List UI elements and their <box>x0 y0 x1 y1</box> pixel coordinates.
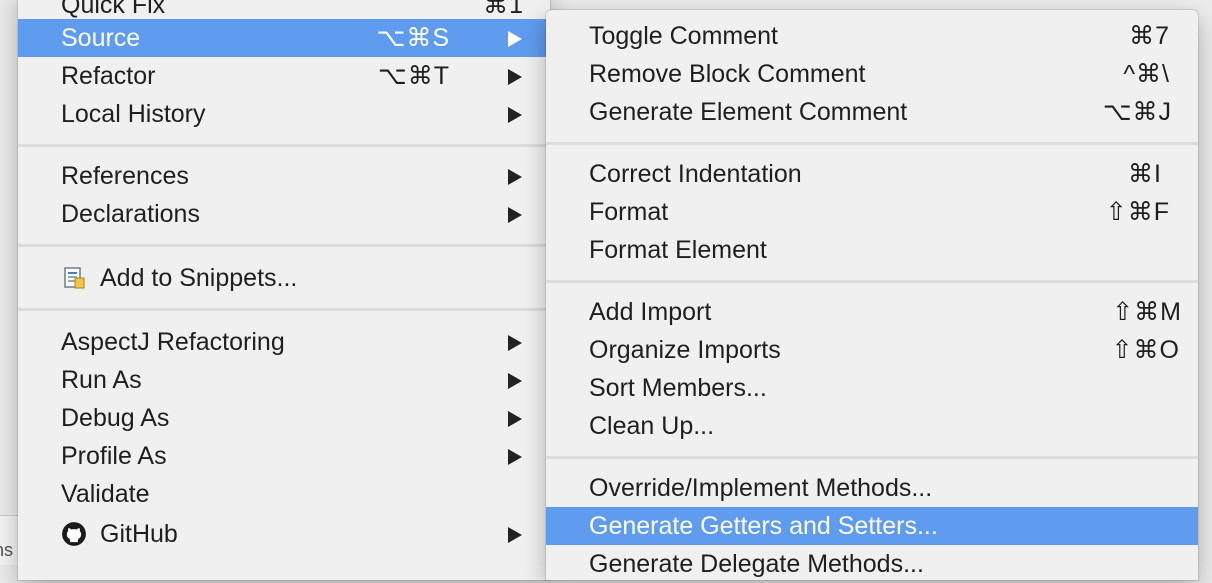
menu-item-label: Debug As <box>61 404 170 432</box>
menu-item-label: Run As <box>61 366 142 394</box>
submenu-arrow-icon <box>508 31 522 47</box>
menu-item-clean-up[interactable]: Clean Up... <box>546 407 1198 445</box>
menu-item-generate-element-comment[interactable]: Generate Element Comment ⌥⌘J <box>546 93 1198 131</box>
snippets-icon <box>64 267 85 289</box>
menu-item-refactor[interactable]: Refactor ⌥⌘T <box>18 57 550 95</box>
submenu-arrow-icon <box>508 373 522 389</box>
menu-item-github[interactable]: GitHub <box>18 515 550 553</box>
menu-item-label: Generate Delegate Methods... <box>589 550 924 578</box>
menu-item-shortcut: ⇧⌘M <box>1112 298 1182 326</box>
menu-item-declarations[interactable]: Declarations <box>18 195 550 233</box>
menu-item-shortcut: ⇧⌘O <box>1111 336 1180 364</box>
menu-item-label: Local History <box>61 100 206 128</box>
menu-item-label: Format <box>589 198 669 226</box>
submenu-arrow-icon <box>508 449 522 465</box>
menu-item-shortcut: ⌘7 <box>1129 22 1170 50</box>
menu-item-add-import[interactable]: Add Import ⇧⌘M <box>546 293 1198 331</box>
menu-item-label: Sort Members... <box>589 374 767 402</box>
menu-item-organize-imports[interactable]: Organize Imports ⇧⌘O <box>546 331 1198 369</box>
menu-item-format[interactable]: Format ⇧⌘F <box>546 193 1198 231</box>
submenu-arrow-icon <box>508 69 522 85</box>
menu-item-sort-members[interactable]: Sort Members... <box>546 369 1198 407</box>
menu-item-label: Profile As <box>61 442 167 470</box>
menu-item-shortcut: ⌥⌘J <box>1102 98 1172 126</box>
submenu-arrow-icon <box>508 207 522 223</box>
menu-separator <box>18 308 550 311</box>
menu-item-label: Validate <box>61 480 150 508</box>
background-text: ns <box>0 540 14 560</box>
menu-item-generate-delegate-methods[interactable]: Generate Delegate Methods... <box>546 545 1198 583</box>
menu-item-shortcut: ⌥⌘T <box>377 62 450 90</box>
menu-item-aspectj-refactoring[interactable]: AspectJ Refactoring <box>18 323 550 361</box>
context-menu: Quick Fix ⌘1 Source ⌥⌘S Refactor ⌥⌘T Loc… <box>18 0 550 580</box>
menu-item-label: GitHub <box>100 520 178 548</box>
menu-item-label: Refactor <box>61 62 156 90</box>
menu-item-shortcut: ⌥⌘S <box>376 24 450 52</box>
menu-item-shortcut: ⌘I <box>1128 160 1162 188</box>
submenu-arrow-icon <box>508 527 522 543</box>
submenu-arrow-icon <box>508 335 522 351</box>
menu-item-label: Add to Snippets... <box>100 264 298 292</box>
menu-item-generate-getters-setters[interactable]: Generate Getters and Setters... <box>546 507 1198 545</box>
menu-separator <box>546 280 1198 283</box>
menu-item-local-history[interactable]: Local History <box>18 95 550 133</box>
menu-separator <box>546 456 1198 459</box>
menu-item-label: Override/Implement Methods... <box>589 474 933 502</box>
submenu-arrow-icon <box>508 169 522 185</box>
menu-item-label: Source <box>61 24 141 52</box>
menu-item-toggle-comment[interactable]: Toggle Comment ⌘7 <box>546 17 1198 55</box>
menu-item-label: Declarations <box>61 200 200 228</box>
menu-item-run-as[interactable]: Run As <box>18 361 550 399</box>
menu-separator <box>18 144 550 147</box>
menu-item-label: Remove Block Comment <box>589 60 866 88</box>
menu-item-correct-indentation[interactable]: Correct Indentation ⌘I <box>546 155 1198 193</box>
menu-item-label: Format Element <box>589 236 767 264</box>
menu-item-label: Clean Up... <box>589 412 715 440</box>
menu-item-label: AspectJ Refactoring <box>61 328 285 356</box>
menu-item-profile-as[interactable]: Profile As <box>18 437 550 475</box>
menu-item-label: Organize Imports <box>589 336 781 364</box>
menu-item-source[interactable]: Source ⌥⌘S <box>18 19 550 57</box>
github-icon <box>62 522 86 546</box>
menu-separator <box>18 244 550 247</box>
submenu-arrow-icon <box>508 411 522 427</box>
menu-item-label: References <box>61 162 189 190</box>
source-submenu: Toggle Comment ⌘7 Remove Block Comment ^… <box>546 10 1198 580</box>
menu-item-label: Correct Indentation <box>589 160 802 188</box>
menu-item-label: Generate Getters and Setters... <box>589 512 938 540</box>
menu-item-label: Toggle Comment <box>589 22 778 50</box>
menu-item-label: Add Import <box>589 298 712 326</box>
menu-item-shortcut: ⇧⌘F <box>1105 198 1170 226</box>
menu-item-remove-block-comment[interactable]: Remove Block Comment ^⌘\ <box>546 55 1198 93</box>
menu-item-references[interactable]: References <box>18 157 550 195</box>
menu-item-override-implement-methods[interactable]: Override/Implement Methods... <box>546 469 1198 507</box>
menu-separator <box>546 142 1198 145</box>
menu-item-format-element[interactable]: Format Element <box>546 231 1198 269</box>
menu-item-label: Generate Element Comment <box>589 98 908 126</box>
menu-item-validate[interactable]: Validate <box>18 475 550 513</box>
menu-item-add-to-snippets[interactable]: Add to Snippets... <box>18 259 550 297</box>
menu-item-shortcut: ^⌘\ <box>1123 60 1170 88</box>
menu-item-debug-as[interactable]: Debug As <box>18 399 550 437</box>
submenu-arrow-icon <box>508 107 522 123</box>
